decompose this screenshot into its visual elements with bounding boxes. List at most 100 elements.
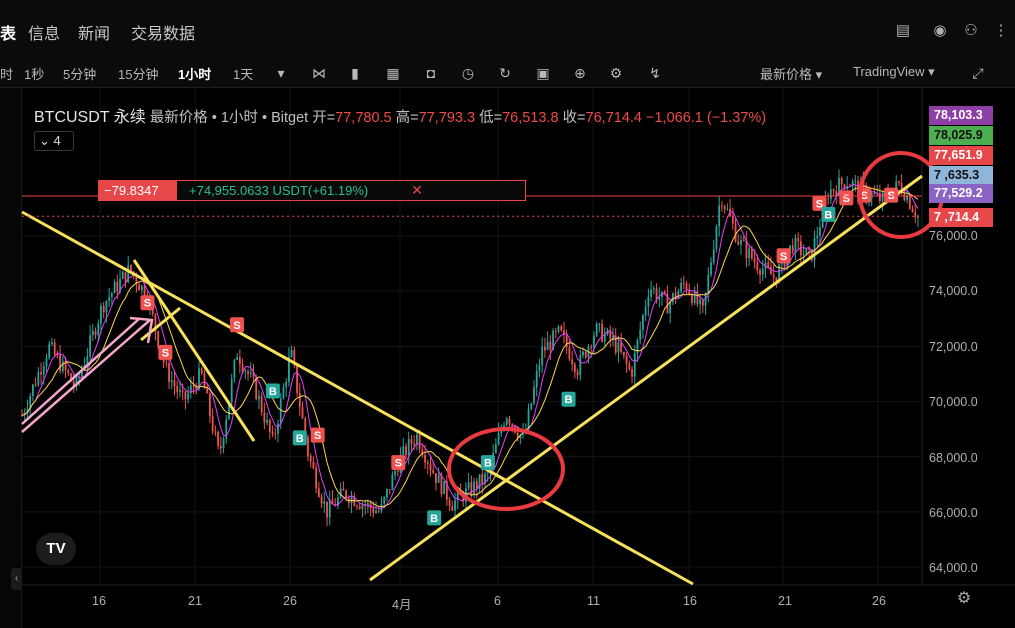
buy-signal: B bbox=[427, 510, 442, 526]
user-group-icon[interactable]: ⚇ bbox=[962, 22, 980, 40]
chevron-down-icon[interactable]: ▾ bbox=[273, 65, 289, 81]
candle-body bbox=[179, 390, 181, 392]
candle-body bbox=[467, 482, 470, 489]
low-label: 低= bbox=[479, 110, 503, 126]
candle-body bbox=[206, 388, 209, 394]
candle-body bbox=[356, 505, 358, 507]
chevron-left-icon[interactable]: ‹ bbox=[11, 568, 22, 590]
timeframe-partial[interactable]: 时 bbox=[0, 64, 13, 83]
candle-body bbox=[620, 342, 623, 353]
buy-signal: B bbox=[821, 206, 836, 222]
timeframe-5m[interactable]: 5分钟 bbox=[63, 64, 96, 83]
add-icon[interactable]: ⊕ bbox=[572, 65, 588, 81]
alarm-icon[interactable]: ◉ bbox=[931, 22, 949, 40]
more-icon[interactable]: ⋮ bbox=[992, 22, 1010, 40]
candle-body bbox=[388, 489, 391, 491]
candle-body bbox=[628, 363, 631, 370]
camera-icon[interactable]: ◘ bbox=[423, 65, 439, 81]
replay-icon[interactable]: ↻ bbox=[497, 65, 513, 81]
candle-body bbox=[372, 507, 375, 513]
tab-news[interactable]: 新闻 bbox=[78, 20, 110, 44]
candle-body bbox=[244, 371, 247, 373]
signal-label: S bbox=[233, 320, 240, 332]
candle-body bbox=[622, 352, 625, 356]
sell-signal: S bbox=[230, 317, 245, 333]
candle-body bbox=[394, 471, 397, 475]
candle-body bbox=[737, 241, 740, 245]
gear-icon[interactable]: ⚙ bbox=[955, 590, 973, 608]
tab-trading-data[interactable]: 交易数据 bbox=[131, 20, 195, 44]
candle-body bbox=[165, 362, 168, 364]
x-tick-label: 16 bbox=[683, 594, 697, 608]
tab-info[interactable]: 信息 bbox=[28, 20, 60, 44]
candle-body bbox=[494, 444, 497, 453]
candle-body bbox=[426, 462, 429, 465]
candle-body bbox=[625, 355, 628, 364]
candle-body bbox=[91, 330, 94, 336]
candle-body bbox=[726, 208, 729, 210]
candle-body bbox=[571, 359, 574, 365]
price-label-4: 7 ,635.3 bbox=[929, 166, 993, 185]
candle-body bbox=[53, 342, 56, 355]
alarm-clock-icon[interactable]: ◷ bbox=[460, 65, 476, 81]
candle-body bbox=[538, 365, 541, 372]
candle-body bbox=[691, 294, 693, 304]
price-type-select[interactable]: 最新价格 ▾ bbox=[760, 64, 822, 83]
candle-body bbox=[541, 346, 544, 366]
candle-body bbox=[358, 506, 361, 509]
price-label-3: 77,651.9 bbox=[929, 146, 993, 165]
candle-body bbox=[317, 488, 320, 497]
fullscreen-icon[interactable]: ⤢ bbox=[970, 65, 986, 81]
candle-body bbox=[396, 471, 399, 473]
candle-body bbox=[219, 445, 222, 449]
price-chart[interactable]: SSSBB SSBBBSSBS S S bbox=[0, 88, 1015, 628]
buy-signal: B bbox=[265, 383, 280, 399]
candle-body bbox=[731, 216, 734, 224]
candle-body bbox=[435, 473, 437, 483]
template-icon[interactable]: ▦ bbox=[385, 65, 401, 81]
candle-body bbox=[121, 272, 124, 279]
candle-body bbox=[549, 341, 552, 350]
timeframe-1s[interactable]: 1秒 bbox=[24, 64, 44, 83]
indicator-toggle[interactable]: ⌄ 4 bbox=[34, 131, 74, 151]
candle-body bbox=[290, 350, 293, 357]
sell-signal: S bbox=[158, 344, 173, 360]
candle-body bbox=[350, 496, 353, 504]
provider-select[interactable]: TradingView ▾ bbox=[853, 64, 935, 80]
candle-body bbox=[315, 468, 318, 489]
calendar-icon[interactable]: ▣ bbox=[535, 65, 551, 81]
timeframe-1h[interactable]: 1小时 bbox=[178, 64, 211, 83]
timeframe-15m[interactable]: 15分钟 bbox=[118, 64, 158, 83]
symbol-name[interactable]: BTCUSDT 永续 bbox=[34, 109, 146, 126]
candle-body bbox=[873, 192, 876, 194]
signal-label: B bbox=[269, 386, 277, 398]
candle-body bbox=[391, 474, 394, 491]
chart-tool-icon[interactable]: ↯ bbox=[647, 65, 663, 81]
tradingview-logo[interactable]: TV bbox=[36, 533, 76, 565]
calculator-icon[interactable]: ▤ bbox=[894, 22, 912, 40]
candle-body bbox=[260, 395, 263, 413]
timeframe-1d[interactable]: 1天 bbox=[233, 64, 253, 83]
sell-signal: S bbox=[884, 187, 899, 203]
gear-icon[interactable]: ⚙ bbox=[608, 65, 624, 81]
candle-body bbox=[750, 248, 753, 259]
indicator-icon[interactable]: ⋈ bbox=[311, 65, 327, 81]
candle-type-icon[interactable]: ▮ bbox=[347, 65, 363, 81]
candle-body bbox=[734, 223, 737, 242]
candle-body bbox=[61, 360, 64, 372]
tab-chart-partial[interactable]: 表 bbox=[0, 20, 16, 44]
candle-body bbox=[511, 424, 514, 426]
y-tick-label: 76,000.0 bbox=[929, 229, 978, 243]
close-position-icon[interactable]: ✕ bbox=[406, 180, 428, 201]
candle-body bbox=[34, 384, 37, 386]
candle-body bbox=[274, 433, 277, 435]
candle-body bbox=[37, 372, 40, 386]
chart-toolbar: 时 1秒 5分钟 15分钟 1小时 1天 ▾ ⋈ ▮ ▦ ◘ ◷ ↻ ▣ ⊕ ⚙… bbox=[0, 58, 1015, 88]
candle-body bbox=[756, 262, 759, 271]
signal-label: S bbox=[314, 430, 321, 442]
candle-body bbox=[827, 198, 830, 200]
close-value: 76,714.4 bbox=[585, 110, 642, 126]
candle-body bbox=[31, 384, 34, 396]
buy-signal: B bbox=[292, 430, 307, 446]
candle-body bbox=[217, 432, 219, 446]
